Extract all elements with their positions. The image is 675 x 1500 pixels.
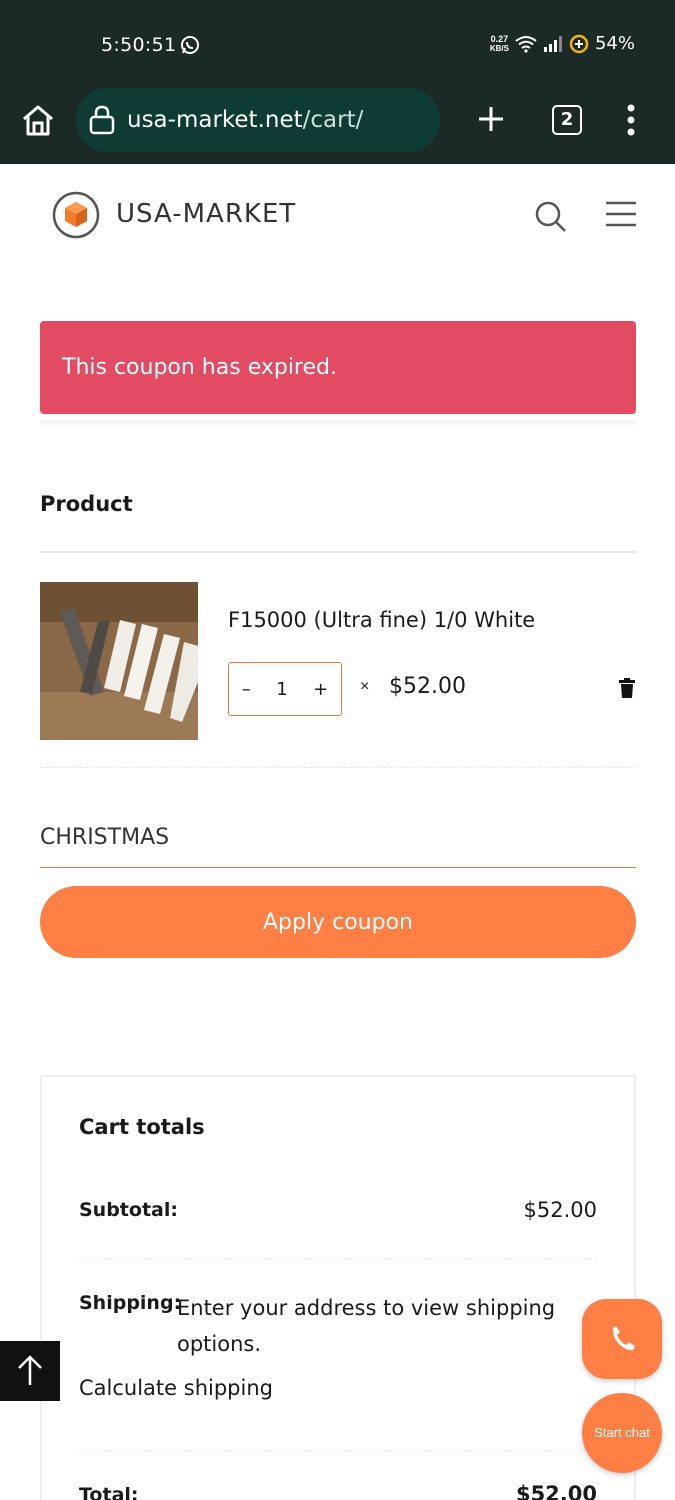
divider xyxy=(79,1450,597,1451)
status-icons: 0.27 KB/S 54% xyxy=(490,33,635,54)
wifi-icon xyxy=(515,35,537,53)
url-bar[interactable]: usa-market.net/cart/ xyxy=(76,88,440,152)
notice-shadow xyxy=(40,420,636,430)
url-text[interactable]: usa-market.net/cart/ xyxy=(127,107,363,133)
product-column-header: Product xyxy=(40,492,133,516)
product-thumbnail[interactable] xyxy=(40,582,198,740)
trash-icon[interactable] xyxy=(618,678,636,698)
product-price: $52.00 xyxy=(389,674,466,699)
shipping-label: Shipping: xyxy=(79,1292,182,1314)
search-icon[interactable] xyxy=(533,199,567,233)
quantity-value[interactable]: 1 xyxy=(276,679,287,700)
url-path: /cart/ xyxy=(302,107,364,133)
divider xyxy=(40,767,636,768)
url-host: usa-market.net xyxy=(127,107,303,133)
product-name[interactable]: F15000 (Ultra fine) 1/0 White xyxy=(228,608,535,632)
tab-switcher-button[interactable]: 2 xyxy=(552,105,582,135)
battery-percent: 54% xyxy=(594,33,635,54)
subtotal-label: Subtotal: xyxy=(79,1199,178,1221)
quantity-stepper[interactable]: – 1 + xyxy=(228,662,342,716)
total-value: $52.00 xyxy=(515,1482,597,1500)
whatsapp-icon xyxy=(181,36,199,54)
status-time: 5:50:51 xyxy=(101,34,177,56)
site-logo-icon[interactable] xyxy=(52,191,100,239)
net-speed: 0.27 KB/S xyxy=(489,33,509,53)
menu-icon[interactable] xyxy=(605,200,637,228)
cart-totals-title: Cart totals xyxy=(79,1115,205,1139)
lock-icon xyxy=(89,105,115,135)
apply-coupon-button[interactable]: Apply coupon xyxy=(40,886,636,958)
coupon-code-input[interactable] xyxy=(40,808,636,868)
new-tab-icon[interactable] xyxy=(476,104,506,134)
battery-saver-icon xyxy=(569,34,589,53)
site-brand[interactable]: USA-MARKET xyxy=(116,199,296,229)
coupon-error-notice: This coupon has expired. xyxy=(40,321,636,414)
sharpening-stones-image xyxy=(40,582,198,740)
arrow-up-icon xyxy=(18,1355,42,1385)
scroll-to-top-button[interactable] xyxy=(0,1341,60,1401)
signal-icon xyxy=(543,35,562,52)
browser-chrome: 5:50:51 0.27 KB/S 54% usa-market.net/car… xyxy=(0,0,675,164)
subtotal-value: $52.00 xyxy=(523,1198,597,1222)
quantity-decrease-button[interactable]: – xyxy=(242,679,251,700)
shipping-text: Enter your address to view shipping opti… xyxy=(177,1296,556,1356)
phone-icon xyxy=(612,1326,635,1351)
calculate-shipping-link[interactable]: Calculate shipping xyxy=(79,1376,273,1400)
home-icon[interactable] xyxy=(20,103,56,137)
multiply-sign: × xyxy=(360,678,370,695)
quantity-increase-button[interactable]: + xyxy=(313,679,328,700)
divider xyxy=(40,551,636,553)
more-options-icon[interactable] xyxy=(624,104,638,136)
divider xyxy=(79,1258,597,1259)
total-label: Total: xyxy=(79,1484,139,1500)
start-chat-button[interactable]: Start chat xyxy=(582,1393,662,1473)
call-button[interactable] xyxy=(582,1299,662,1379)
